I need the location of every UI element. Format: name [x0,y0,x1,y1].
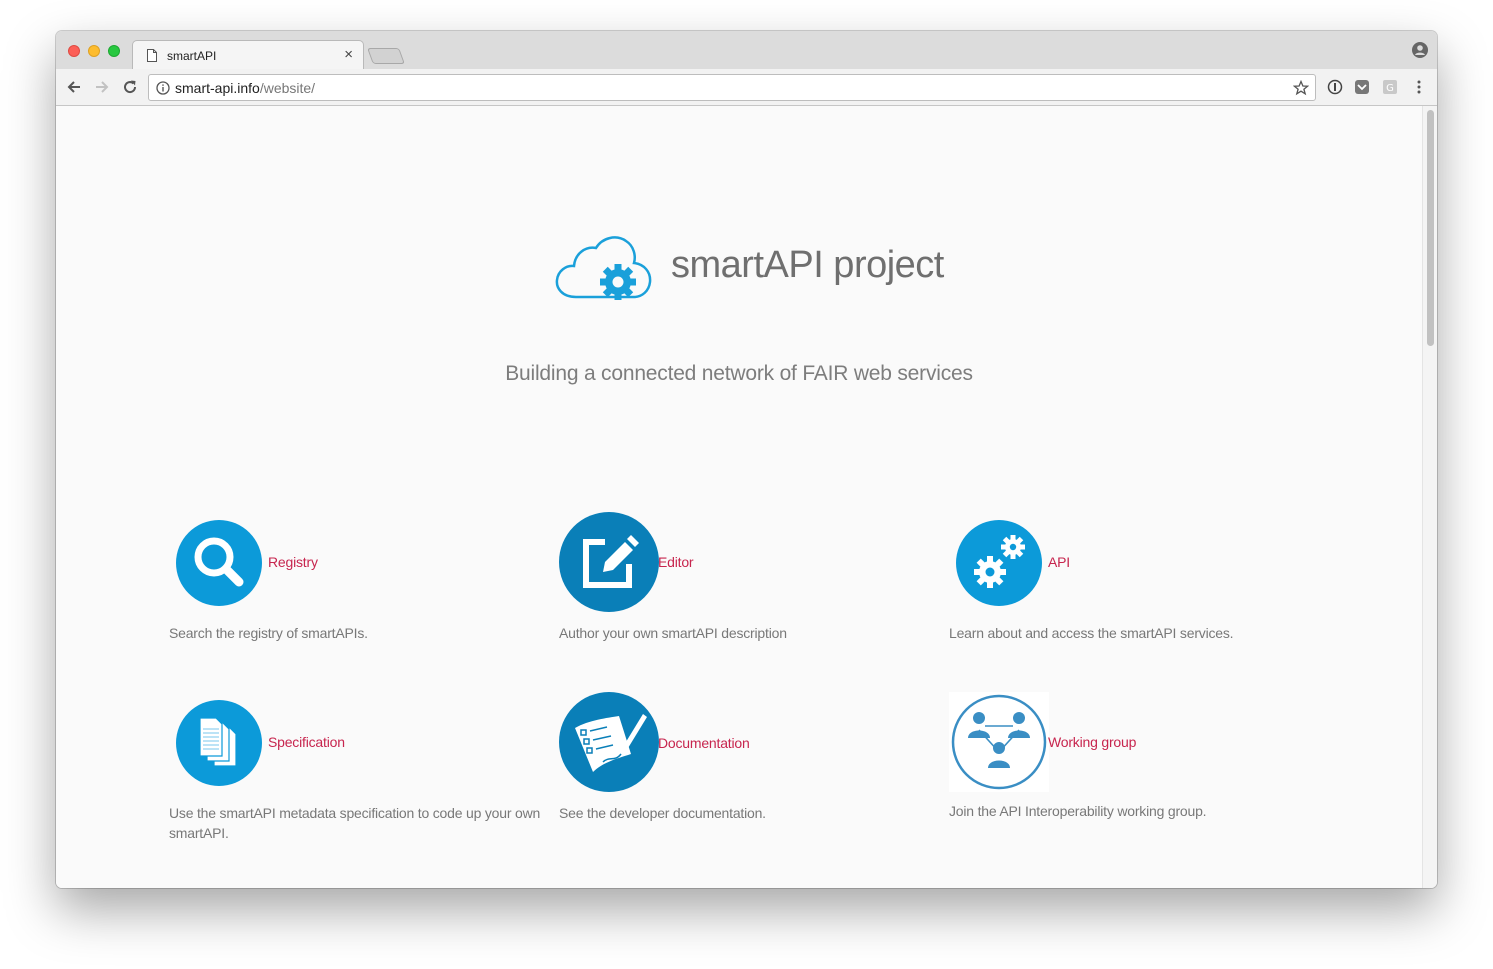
feature-api: API Learn about and access the smartAPI … [949,520,1321,641]
url-path: /website/ [259,80,316,96]
tagline: Building a connected network of FAIR web… [505,362,973,385]
documentation-link[interactable]: Documentation [658,735,750,751]
feature-specification: Specification Use the smartAPI metadata … [169,700,541,842]
reload-icon[interactable] [121,78,139,96]
feature-working-group: Working group Join the API Interoperabil… [949,692,1321,819]
documentation-description: See the developer documentation. [559,805,766,821]
close-window-button[interactable] [68,45,80,57]
gears-icon[interactable] [956,520,1042,606]
people-network-icon[interactable] [949,692,1049,792]
tab-close-icon[interactable]: × [344,46,353,64]
specification-description: Use the smartAPI metadata specification … [169,805,541,841]
page-viewport: smartAPI project Building a connected ne… [56,106,1422,888]
extension-password-icon[interactable] [1327,79,1343,95]
info-icon[interactable] [156,81,170,95]
specification-link[interactable]: Specification [268,734,345,750]
scrollbar-thumb[interactable] [1427,110,1434,346]
browser-toolbar: smart-api.info/website/ G [56,69,1437,106]
forward-icon[interactable] [93,78,111,96]
edit-icon[interactable] [559,512,659,612]
new-tab-button[interactable] [367,48,405,64]
browser-window: smartAPI × smart-api.info/website/ G sma… [56,31,1437,888]
feature-registry: Registry Search the registry of smartAPI… [169,520,541,641]
page-title: smartAPI project [671,244,944,286]
extension-grammar-icon[interactable]: G [1382,79,1398,95]
profile-icon[interactable] [1412,42,1428,58]
document-icon [147,49,157,62]
zoom-window-button[interactable] [108,45,120,57]
api-link[interactable]: API [1048,554,1070,570]
working-group-link[interactable]: Working group [1048,734,1136,750]
url-text: smart-api.info/website/ [175,80,315,96]
tab-title: smartAPI [167,49,217,63]
svg-text:G: G [1386,83,1394,94]
signed-document-icon[interactable] [559,692,659,792]
api-description: Learn about and access the smartAPI serv… [949,625,1234,641]
back-icon[interactable] [65,78,83,96]
registry-description: Search the registry of smartAPIs. [169,625,368,641]
title-bar: smartAPI × [56,31,1437,70]
cloud-gear-icon [555,236,652,300]
address-bar[interactable]: smart-api.info/website/ [148,74,1316,101]
magnifier-icon[interactable] [176,520,262,606]
bookmark-star-icon[interactable] [1293,80,1309,96]
vertical-scrollbar[interactable] [1422,106,1437,888]
editor-link[interactable]: Editor [658,554,694,570]
working-group-description: Join the API Interoperability working gr… [949,803,1207,819]
documents-icon[interactable] [176,700,262,786]
extension-pocket-icon[interactable] [1354,79,1370,95]
feature-documentation: Documentation See the developer document… [559,692,931,821]
menu-dots-icon[interactable] [1411,79,1427,95]
browser-tab[interactable]: smartAPI × [132,40,364,70]
registry-link[interactable]: Registry [268,554,318,570]
feature-editor: Editor Author your own smartAPI descript… [559,512,931,641]
url-host: smart-api.info [175,80,260,96]
minimize-window-button[interactable] [88,45,100,57]
editor-description: Author your own smartAPI description [559,625,787,641]
